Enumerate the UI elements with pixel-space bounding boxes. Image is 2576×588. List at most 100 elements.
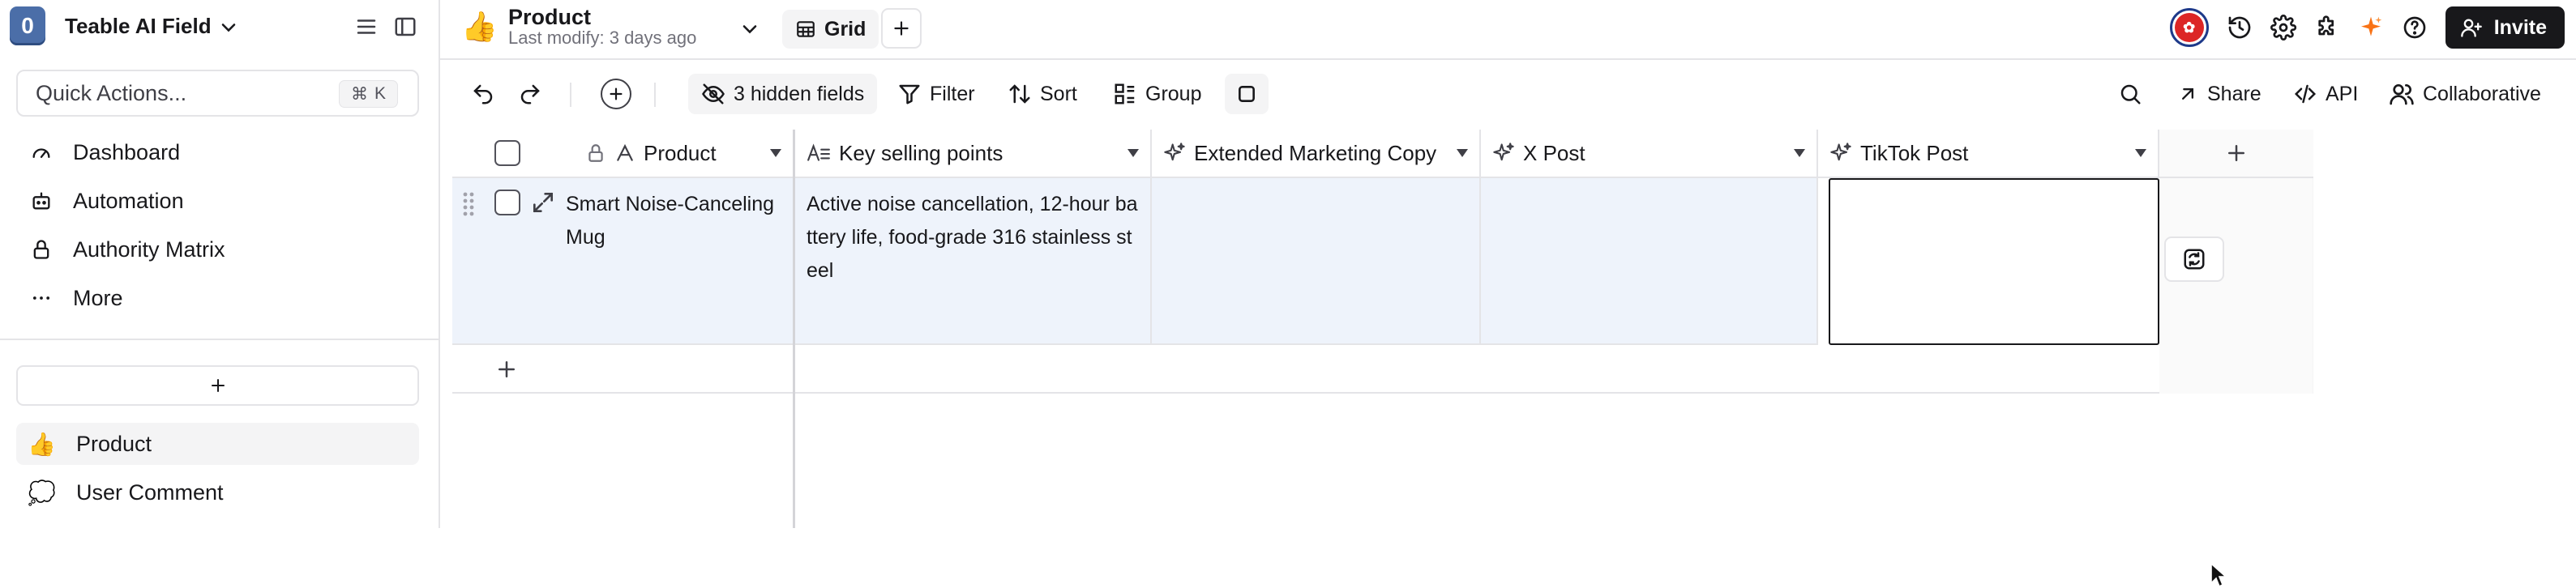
cell-extended-marketing-copy[interactable]	[1152, 178, 1481, 345]
table-emoji-icon[interactable]: 👍	[461, 10, 498, 44]
eye-off-icon	[701, 82, 725, 106]
cell-x-post[interactable]	[1481, 178, 1818, 345]
collaborative-button[interactable]: Collaborative	[2389, 74, 2541, 114]
caret-down-icon[interactable]	[2135, 149, 2146, 159]
base-logo[interactable]: 0	[10, 6, 45, 45]
plus-icon	[601, 79, 631, 109]
cell-key-selling-points[interactable]: Active noise cancellation, 12-hour batte…	[795, 178, 1152, 345]
puzzle-icon[interactable]	[2314, 15, 2340, 40]
chevron-down-icon[interactable]	[738, 18, 761, 40]
sidebar-table-product[interactable]: 👍 Product	[16, 423, 419, 465]
gear-icon[interactable]	[2270, 15, 2296, 40]
sidebar-collapse-icon[interactable]	[393, 15, 417, 39]
add-view-button[interactable]	[881, 8, 922, 49]
group-label: Group	[1145, 82, 1202, 105]
caret-down-icon[interactable]	[1128, 149, 1139, 159]
row-checkbox[interactable]	[494, 190, 520, 215]
refresh-icon	[2182, 247, 2206, 271]
hidden-fields-button[interactable]: 3 hidden fields	[688, 74, 878, 114]
sort-button[interactable]: Sort	[1008, 74, 1077, 114]
command-key-icon: ⌘	[350, 84, 368, 104]
plus-icon	[208, 376, 228, 395]
base-logo-letter: 0	[21, 13, 34, 38]
sort-icon	[1008, 82, 1032, 106]
sidebar-item-label: Dashboard	[73, 139, 181, 164]
help-icon[interactable]	[2402, 15, 2428, 40]
avatar[interactable]: ✿	[2169, 8, 2209, 47]
filter-button[interactable]: Filter	[897, 74, 975, 114]
tab-label: Grid	[824, 17, 867, 40]
ai-sparkle-icon	[1829, 142, 1852, 164]
group-button[interactable]: Group	[1113, 74, 1201, 114]
ai-sparkle-icon[interactable]	[2358, 15, 2384, 40]
plus-icon	[2224, 141, 2249, 165]
invite-label: Invite	[2493, 15, 2547, 39]
add-table-button[interactable]	[16, 365, 419, 406]
gauge-icon	[28, 138, 55, 166]
table-label: User Comment	[76, 479, 224, 505]
filter-label: Filter	[930, 82, 975, 105]
chevron-down-icon[interactable]	[217, 16, 240, 39]
filter-icon	[897, 82, 922, 106]
caret-down-icon[interactable]	[1794, 149, 1805, 159]
sidebar-header: 0 Teable AI Field	[0, 0, 439, 53]
sidebar-item-label: More	[73, 285, 123, 310]
grid-icon	[795, 19, 816, 40]
table-row: Smart Noise-Canceling Mug Active noise c…	[452, 178, 2159, 345]
code-icon	[2293, 82, 2317, 106]
top-bar: 👍 Product Last modify: 3 days ago Grid ✿	[440, 0, 2576, 60]
plus-icon	[891, 18, 912, 39]
row-height-button[interactable]	[1225, 74, 1269, 114]
column-name: X Post	[1523, 140, 1585, 165]
frozen-column-divider[interactable]	[793, 130, 795, 528]
redo-button[interactable]	[518, 74, 542, 114]
hidden-fields-label: 3 hidden fields	[734, 82, 865, 105]
invite-button[interactable]: Invite	[2445, 6, 2565, 49]
sidebar-item-automation[interactable]: Automation	[16, 180, 419, 222]
add-record-button[interactable]	[601, 74, 631, 114]
sidebar-item-more[interactable]: More	[16, 277, 419, 319]
add-record-row[interactable]	[452, 345, 2159, 394]
column-header-extended-marketing-copy[interactable]: Extended Marketing Copy	[1152, 130, 1481, 178]
share-button[interactable]: Share	[2176, 74, 2261, 114]
mouse-cursor-icon	[2210, 562, 2227, 588]
api-label: API	[2326, 82, 2359, 105]
thumbs-up-icon: 👍	[28, 431, 56, 457]
sidebar-item-label: Automation	[73, 188, 184, 213]
table-title[interactable]: Product	[508, 5, 591, 30]
column-header-tiktok-post[interactable]: TikTok Post	[1818, 130, 2159, 178]
expand-record-icon[interactable]	[530, 190, 556, 215]
caret-down-icon[interactable]	[770, 149, 781, 159]
column-name: Extended Marketing Copy	[1194, 140, 1437, 165]
users-icon	[2389, 81, 2415, 107]
avatar-image: ✿	[2174, 13, 2204, 42]
select-all-checkbox[interactable]	[494, 140, 520, 166]
thought-bubble-icon: 💭	[28, 479, 56, 505]
column-header-key-selling-points[interactable]: Key selling points	[795, 130, 1152, 178]
base-name[interactable]: Teable AI Field	[65, 14, 212, 39]
search-icon	[2118, 82, 2142, 106]
history-icon[interactable]	[2227, 15, 2253, 40]
cell-tiktok-post[interactable]	[1829, 178, 2159, 345]
sidebar-item-authority-matrix[interactable]: Authority Matrix	[16, 228, 419, 271]
undo-button[interactable]	[471, 74, 495, 114]
add-column-button[interactable]	[2159, 130, 2313, 178]
drag-handle-icon[interactable]	[462, 191, 475, 219]
menu-icon[interactable]	[354, 15, 379, 39]
record-controls: Smart Noise-Canceling Mug	[452, 178, 793, 345]
column-header-x-post[interactable]: X Post	[1481, 130, 1818, 178]
caret-down-icon[interactable]	[1457, 149, 1468, 159]
column-name: Key selling points	[839, 140, 1003, 165]
ai-sparkle-icon	[1492, 142, 1515, 164]
sidebar-item-dashboard[interactable]: Dashboard	[16, 131, 419, 173]
table-label: Product	[76, 431, 152, 456]
tab-grid-view[interactable]: Grid	[782, 10, 879, 49]
cell-product[interactable]: Smart Noise-Canceling Mug	[566, 188, 786, 254]
search-button[interactable]	[2118, 74, 2142, 114]
regenerate-button[interactable]	[2164, 236, 2224, 282]
api-button[interactable]: API	[2293, 74, 2358, 114]
quick-actions-button[interactable]: Quick Actions... ⌘ K	[16, 70, 419, 117]
sidebar-table-user-comment[interactable]: 💭 User Comment	[16, 471, 419, 513]
more-dots-icon	[28, 284, 55, 312]
column-header-product[interactable]: Product	[452, 130, 793, 178]
